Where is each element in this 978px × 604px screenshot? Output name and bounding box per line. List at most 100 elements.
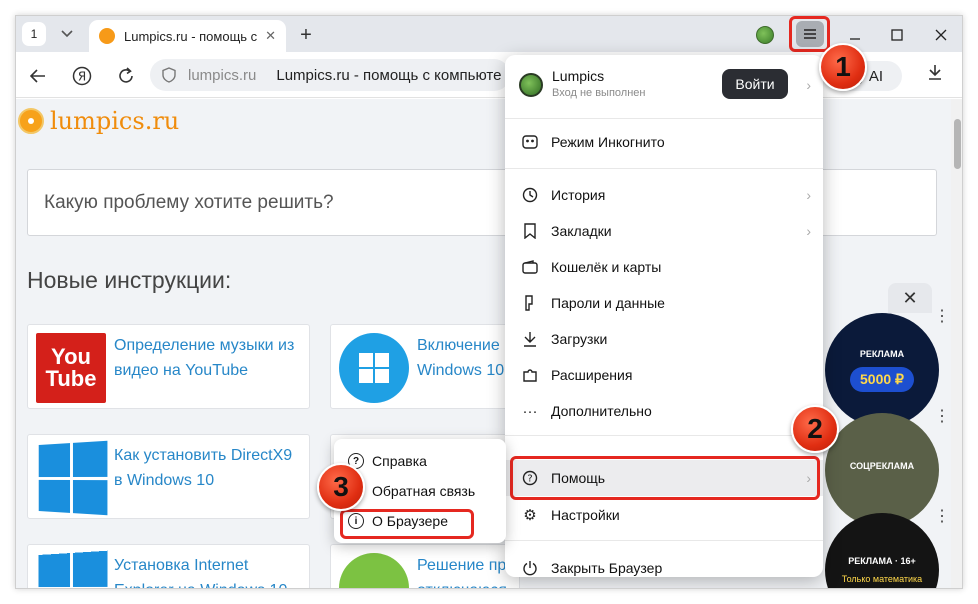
more-icon[interactable]: ⋮ <box>934 509 950 525</box>
article-title[interactable]: Определение музыки из видео на YouTube <box>114 333 304 383</box>
menu-item-close-browser[interactable]: Закрыть Браузер <box>505 550 823 586</box>
url-field[interactable]: lumpics.ru Lumpics.ru - помощь с компьют… <box>150 59 510 91</box>
key-icon <box>521 294 539 312</box>
menu-item-settings[interactable]: ⚙ Настройки <box>505 497 823 533</box>
menu-item-incognito[interactable]: Режим Инкогнито <box>505 124 823 160</box>
ad-banner[interactable]: РЕКЛАМА · 16+ Только математика <box>825 513 939 588</box>
ad-label: РЕКЛАМА <box>859 348 905 359</box>
divider <box>505 168 823 169</box>
logo-text: lumpics.ru <box>50 107 180 135</box>
download-icon[interactable] <box>928 64 942 85</box>
power-icon <box>521 559 539 577</box>
puzzle-icon <box>521 366 539 384</box>
menu-item-extensions[interactable]: Расширения <box>505 357 823 393</box>
scrollbar-thumb[interactable] <box>954 119 961 169</box>
shield-icon <box>162 67 176 83</box>
menu-button-highlight <box>789 16 830 52</box>
menu-item-label: Дополнительно <box>551 403 652 419</box>
extension-icon[interactable] <box>756 26 774 44</box>
active-tab[interactable]: Lumpics.ru - помощь с ✕ <box>89 20 286 52</box>
step-badge-2: 2 <box>791 405 839 453</box>
ad-banner[interactable]: СОЦРЕКЛАМА <box>825 413 939 527</box>
submenu-item-label: Справка <box>372 453 427 469</box>
divider <box>505 118 823 119</box>
chevron-down-icon[interactable] <box>54 22 80 46</box>
menu-item-label: Режим Инкогнито <box>551 134 665 150</box>
url-domain: lumpics.ru <box>188 66 257 84</box>
more-icon[interactable]: ⋮ <box>934 409 950 425</box>
menu-item-label: Загрузки <box>551 331 608 347</box>
close-ad-icon[interactable]: ✕ <box>888 283 932 313</box>
chevron-right-icon: › <box>806 223 811 239</box>
article-title[interactable]: Как установить DirectX9 в Windows 10 <box>114 443 304 493</box>
account-name: Lumpics <box>552 68 605 84</box>
menu-item-label: Закрыть Браузер <box>551 560 663 576</box>
step-badge-3: 3 <box>317 463 365 511</box>
step-badge-1: 1 <box>819 43 867 91</box>
menu-item-more[interactable]: ··· Дополнительно <box>505 393 823 429</box>
ad-text: 5000 ₽ <box>850 366 914 392</box>
article-card[interactable]: Как установить DirectX9 в Windows 10 <box>27 434 310 519</box>
menu-item-label: Кошелёк и карты <box>551 259 662 275</box>
yandex-icon[interactable]: Я <box>70 64 94 88</box>
svg-text:Я: Я <box>78 70 86 84</box>
tab-bar: 1 Lumpics.ru - помощь с ✕ + <box>16 16 962 52</box>
android-icon <box>339 553 409 588</box>
menu-item-label: Пароли и данные <box>551 295 665 311</box>
avatar <box>519 73 543 97</box>
divider <box>505 540 823 541</box>
menu-item-passwords[interactable]: Пароли и данные <box>505 285 823 321</box>
article-card[interactable]: You Tube Определение музыки из видео на … <box>27 324 310 409</box>
ad-label: РЕКЛАМА · 16+ <box>848 556 916 566</box>
more-icon[interactable]: ⋮ <box>934 309 950 325</box>
divider <box>505 435 823 436</box>
menu-item-wallet[interactable]: Кошелёк и карты <box>505 249 823 285</box>
orange-icon <box>18 108 44 134</box>
menu-item-downloads[interactable]: Загрузки <box>505 321 823 357</box>
menu-item-label: Настройки <box>551 507 620 523</box>
account-row[interactable]: Lumpics Вход не выполнен Войти › <box>505 55 823 117</box>
ad-label: СОЦРЕКЛАМА <box>849 461 915 471</box>
favicon-icon <box>99 28 115 44</box>
wallet-icon <box>521 258 539 276</box>
ad-banner[interactable]: РЕКЛАМА 5000 ₽ <box>825 313 939 427</box>
article-card[interactable]: Включение Windows 10 <box>330 324 520 409</box>
submenu-item-label: Обратная связь <box>372 483 476 499</box>
url-page-title: Lumpics.ru - помощь с компьюте <box>276 66 502 84</box>
windows-icon <box>36 550 108 588</box>
menu-item-label: История <box>551 187 606 203</box>
windows-icon <box>36 440 108 516</box>
site-logo[interactable]: lumpics.ru <box>18 107 179 135</box>
maximize-button[interactable] <box>886 24 908 46</box>
section-heading: Новые инструкции: <box>27 267 232 293</box>
chevron-right-icon: › <box>806 187 811 203</box>
windows-icon <box>339 333 409 403</box>
tab-count-button[interactable]: 1 <box>22 22 46 46</box>
article-title[interactable]: Включение Windows 10 <box>417 333 517 383</box>
account-status: Вход не выполнен <box>552 87 646 99</box>
new-tab-button[interactable]: + <box>294 23 318 47</box>
scrollbar[interactable] <box>951 99 962 588</box>
login-button[interactable]: Войти <box>722 69 788 99</box>
close-window-button[interactable] <box>930 24 952 46</box>
close-tab-icon[interactable]: ✕ <box>265 28 276 44</box>
article-title[interactable]: Решение пр отключаюся <box>417 553 517 588</box>
browser-menu: Lumpics Вход не выполнен Войти › Режим И… <box>505 55 823 577</box>
article-card[interactable]: Решение пр отключаюся <box>330 544 520 588</box>
back-arrow-icon[interactable] <box>26 64 50 88</box>
article-title[interactable]: Установка Internet Explorer на Windows 1… <box>114 553 304 588</box>
article-card[interactable]: Установка Internet Explorer на Windows 1… <box>27 544 310 588</box>
menu-item-bookmarks[interactable]: Закладки › <box>505 213 823 249</box>
menu-item-history[interactable]: История › <box>505 177 823 213</box>
tab-title: Lumpics.ru - помощь с <box>124 28 258 44</box>
help-highlight <box>510 456 820 500</box>
about-highlight <box>340 509 474 539</box>
menu-item-label: Расширения <box>551 367 633 383</box>
download-icon <box>521 330 539 348</box>
more-icon: ··· <box>522 402 538 420</box>
chevron-right-icon: › <box>806 77 811 93</box>
bookmark-icon <box>521 222 539 240</box>
incognito-icon <box>521 133 539 151</box>
history-icon <box>521 186 539 204</box>
reload-icon[interactable] <box>114 64 138 88</box>
